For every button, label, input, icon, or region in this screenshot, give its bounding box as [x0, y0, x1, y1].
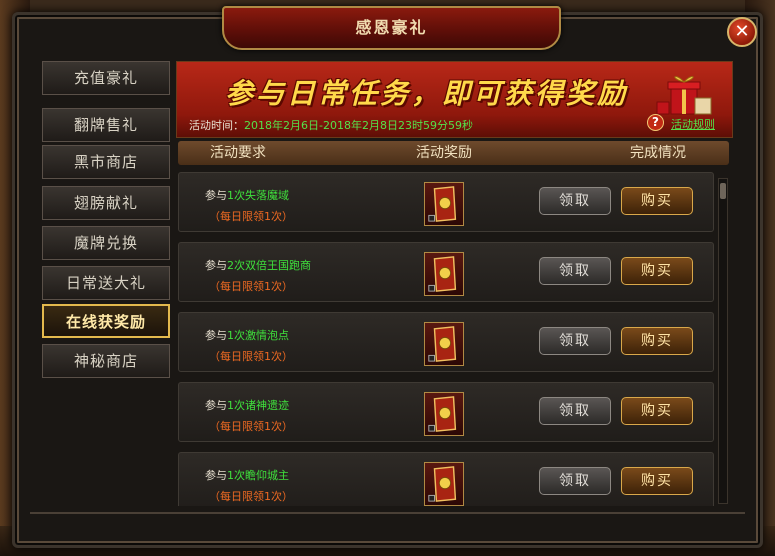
event-time-label: 活动时间：	[189, 119, 244, 132]
sidebar-item-card-flip[interactable]: 翻牌售礼	[42, 108, 170, 142]
claim-button[interactable]: 领取	[539, 467, 611, 495]
buy-button[interactable]: 购买	[621, 327, 693, 355]
task-limit: （每日限领1次）	[209, 280, 293, 293]
task-prefix: 参与	[205, 399, 227, 412]
task-row: 参与1次诸神遗迹 （每日限领1次） 领取 购买	[178, 382, 714, 442]
sidebar-item-magic-card[interactable]: 魔牌兑换	[42, 226, 170, 260]
help-icon[interactable]: ?	[647, 114, 664, 131]
reward-card-icon[interactable]	[424, 252, 464, 296]
column-header: 活动要求 活动奖励 完成情况	[178, 141, 729, 165]
sidebar-item-wings[interactable]: 翅膀献礼	[42, 186, 170, 220]
task-row: 参与1次激情泡点 （每日限领1次） 领取 购买	[178, 312, 714, 372]
buy-button[interactable]: 购买	[621, 257, 693, 285]
task-name: 1次诸神遗迹	[227, 399, 289, 412]
task-row: 参与1次瞻仰城主 （每日限领1次） 领取 购买	[178, 452, 714, 506]
task-row: 参与2次双倍王国跑商 （每日限领1次） 领取 购买	[178, 242, 714, 302]
sidebar-item-recharge[interactable]: 充值豪礼	[42, 61, 170, 95]
task-description: 参与1次诸神遗迹	[205, 397, 289, 413]
window-bottom-trim	[30, 512, 745, 524]
claim-button[interactable]: 领取	[539, 327, 611, 355]
column-reward: 活动奖励	[416, 145, 472, 161]
buy-button[interactable]: 购买	[621, 187, 693, 215]
buy-button[interactable]: 购买	[621, 397, 693, 425]
task-list: 参与1次失落魔域 （每日限领1次） 领取 购买 参与2次双倍王国跑商 （每日限领…	[178, 172, 716, 506]
reward-card-icon[interactable]	[424, 392, 464, 436]
window-title: 感恩豪礼	[222, 6, 561, 50]
task-prefix: 参与	[205, 469, 227, 482]
sidebar-item-mystery-shop[interactable]: 神秘商店	[42, 344, 170, 378]
task-limit: （每日限领1次）	[209, 350, 293, 363]
task-prefix: 参与	[205, 259, 227, 272]
event-banner: 参与日常任务，即可获得奖励 活动时间：2018年2月6日-2018年2月8日23…	[176, 61, 733, 138]
column-status: 完成情况	[630, 145, 686, 161]
reward-card-icon[interactable]	[424, 462, 464, 506]
claim-button[interactable]: 领取	[539, 187, 611, 215]
task-prefix: 参与	[205, 329, 227, 342]
task-row: 参与1次失落魔域 （每日限领1次） 领取 购买	[178, 172, 714, 232]
task-list-scrollbar[interactable]	[718, 178, 728, 504]
claim-button[interactable]: 领取	[539, 397, 611, 425]
close-button[interactable]: ✕	[727, 17, 757, 47]
buy-button[interactable]: 购买	[621, 467, 693, 495]
task-limit: （每日限领1次）	[209, 490, 293, 503]
task-name: 1次失落魔域	[227, 189, 289, 202]
task-description: 参与1次失落魔域	[205, 187, 289, 203]
task-limit: （每日限领1次）	[209, 210, 293, 223]
task-name: 1次瞻仰城主	[227, 469, 289, 482]
sidebar-item-daily-gift[interactable]: 日常送大礼	[42, 266, 170, 300]
sidebar-item-online-reward[interactable]: 在线获奖励	[42, 304, 170, 338]
task-name: 2次双倍王国跑商	[227, 259, 311, 272]
scrollbar-thumb[interactable]	[720, 183, 726, 199]
task-description: 参与1次激情泡点	[205, 327, 289, 343]
column-requirement: 活动要求	[210, 145, 266, 161]
event-rules-link[interactable]: 活动规则	[671, 116, 715, 132]
event-time-value: 2018年2月6日-2018年2月8日23时59分59秒	[244, 119, 473, 132]
task-name: 1次激情泡点	[227, 329, 289, 342]
task-description: 参与1次瞻仰城主	[205, 467, 289, 483]
reward-card-icon[interactable]	[424, 182, 464, 226]
sidebar-item-black-market[interactable]: 黑市商店	[42, 145, 170, 179]
event-time: 活动时间：2018年2月6日-2018年2月8日23时59分59秒	[189, 117, 473, 133]
task-prefix: 参与	[205, 189, 227, 202]
task-limit: （每日限领1次）	[209, 420, 293, 433]
claim-button[interactable]: 领取	[539, 257, 611, 285]
gift-box-icon	[656, 76, 712, 115]
banner-headline: 参与日常任务，即可获得奖励	[225, 77, 629, 110]
reward-card-icon[interactable]	[424, 322, 464, 366]
task-description: 参与2次双倍王国跑商	[205, 257, 311, 273]
